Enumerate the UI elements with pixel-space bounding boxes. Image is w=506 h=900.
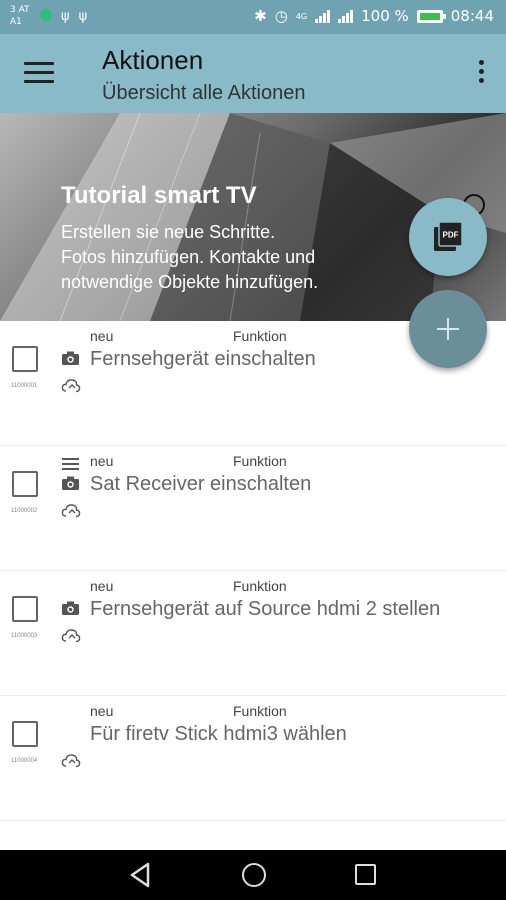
usb-icon: ψ [78, 9, 88, 24]
carrier-label: 3 AT A1 [10, 4, 30, 28]
list-item[interactable]: 11000002 neu Funktion Sat Receiver einsc… [0, 446, 506, 571]
navigation-bar [0, 850, 506, 900]
banner-title: Tutorial smart TV [61, 182, 257, 209]
signal-label: 4G [295, 11, 308, 21]
overflow-menu-icon[interactable] [476, 60, 486, 88]
checkbox[interactable] [12, 596, 38, 622]
action-type: Funktion [233, 703, 287, 719]
action-status: neu [90, 578, 114, 594]
menu-icon[interactable] [24, 62, 54, 86]
signal-icon [338, 9, 354, 23]
action-type: Funktion [233, 453, 287, 469]
pdf-export-button[interactable]: PDF [409, 198, 487, 276]
signal-icon [315, 9, 331, 23]
action-list: 11000001 neu Funktion Fernsehgerät einsc… [0, 321, 506, 821]
cloud-sync-icon [61, 629, 81, 643]
action-id: 11000003 [11, 633, 38, 639]
whatsapp-icon [40, 9, 52, 21]
checkbox[interactable] [12, 346, 38, 372]
action-title: Fernsehgerät auf Source hdmi 2 stellen [90, 598, 441, 620]
usb-icon: ψ [61, 9, 70, 24]
action-title: Für firetv Stick hdmi3 wählen [90, 723, 347, 745]
action-title: Sat Receiver einschalten [90, 473, 312, 495]
list-item[interactable]: 11000003 neu Funktion Fernsehgerät auf S… [0, 571, 506, 696]
battery-percent: 100 % [361, 7, 409, 25]
action-id: 11000002 [11, 508, 38, 514]
cloud-sync-icon [61, 754, 81, 768]
action-id: 11000001 [11, 383, 38, 389]
back-icon[interactable] [128, 862, 152, 888]
alarm-icon: ◷ [274, 7, 288, 25]
system-icons: ✱ ◷ 4G 100 % 08:44 [254, 7, 494, 25]
page-title: Aktionen [102, 45, 204, 75]
camera-icon [62, 601, 79, 615]
action-type: Funktion [233, 328, 287, 344]
action-status: neu [90, 328, 114, 344]
status-bar: 3 AT A1 ψ ψ ✱ ◷ 4G 100 % 08:44 [0, 0, 506, 34]
home-icon[interactable] [242, 863, 266, 887]
action-status: neu [90, 453, 114, 469]
app-toolbar: Aktionen Übersicht alle Aktionen [0, 34, 506, 113]
carrier-line-1: 3 AT [10, 5, 30, 15]
pdf-label: PDF [443, 231, 459, 240]
battery-icon [416, 9, 446, 23]
bluetooth-icon: ✱ [254, 7, 267, 25]
action-title: Fernsehgerät einschalten [90, 348, 316, 370]
notification-icons: ψ ψ [40, 9, 87, 24]
banner-description: Erstellen sie neue Schritte. Fotos hinzu… [61, 222, 319, 292]
action-status: neu [90, 703, 114, 719]
list-item[interactable]: 11000004 neu Funktion Für firetv Stick h… [0, 696, 506, 821]
app-screen: 3 AT A1 ψ ψ ✱ ◷ 4G 100 % 08:44 Aktionen … [0, 0, 506, 900]
add-action-button[interactable] [409, 290, 487, 368]
cloud-sync-icon [61, 504, 81, 518]
carrier-line-2: A1 [10, 17, 22, 27]
checkbox[interactable] [12, 471, 38, 497]
camera-icon [62, 351, 79, 365]
cloud-sync-icon [61, 379, 81, 393]
recents-icon[interactable] [355, 864, 376, 885]
action-type: Funktion [233, 578, 287, 594]
pdf-icon: PDF [434, 221, 463, 251]
page-subtitle: Übersicht alle Aktionen [102, 82, 306, 104]
clock: 08:44 [450, 7, 494, 25]
camera-icon [62, 476, 79, 490]
drag-handle-icon[interactable] [62, 458, 79, 473]
action-id: 11000004 [11, 758, 38, 764]
checkbox[interactable] [12, 721, 38, 747]
